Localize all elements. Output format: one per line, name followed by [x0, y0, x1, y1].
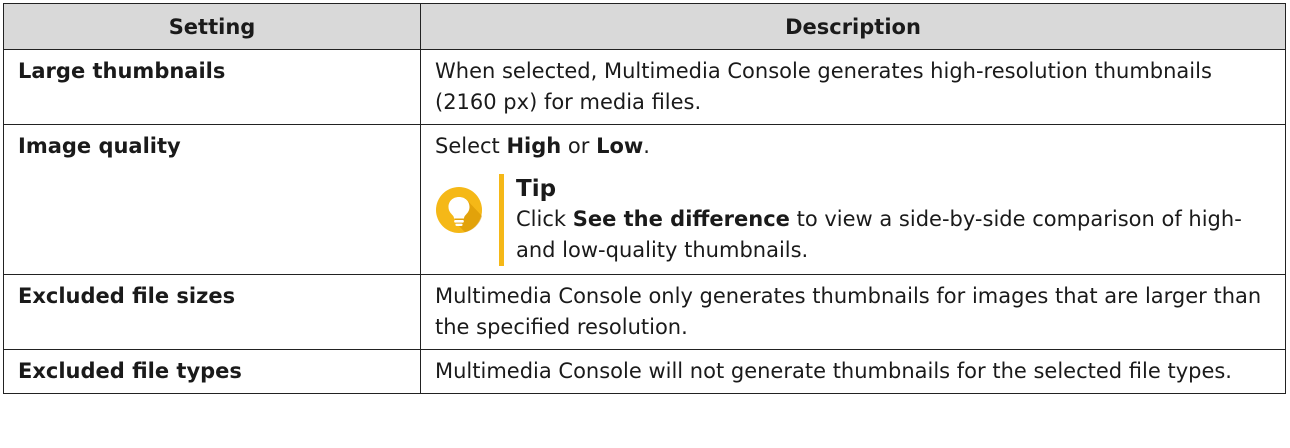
table-row: Large thumbnails When selected, Multimed…	[3, 49, 1286, 125]
setting-name: Excluded file sizes	[3, 274, 421, 350]
table-row: Image quality Select High or Low. Tip Cl…	[3, 124, 1286, 275]
lightbulb-icon	[435, 186, 483, 234]
tip-title: Tip	[516, 176, 557, 202]
table-row: Excluded file types Multimedia Console w…	[3, 349, 1286, 394]
setting-description: Multimedia Console will not generate thu…	[420, 349, 1286, 394]
setting-description: Select High or Low. Tip Click See the di…	[420, 124, 1286, 275]
table-row: Excluded file sizes Multimedia Console o…	[3, 274, 1286, 350]
tip-accent-bar	[499, 174, 504, 266]
tip-callout: Tip Click See the difference to view a s…	[435, 174, 1271, 266]
tip-text: Click See the difference to view a side-…	[516, 204, 1271, 266]
setting-description: When selected, Multimedia Console genera…	[420, 49, 1286, 125]
setting-name: Excluded file types	[3, 349, 421, 394]
header-setting: Setting	[3, 3, 421, 50]
option-low: Low	[596, 134, 644, 158]
description-prefix: Select	[435, 134, 507, 158]
setting-name: Image quality	[3, 124, 421, 275]
description-mid: or	[561, 134, 597, 158]
setting-description: Multimedia Console only generates thumbn…	[420, 274, 1286, 350]
description-suffix: .	[643, 134, 650, 158]
description-line: Select High or Low.	[435, 131, 1271, 162]
see-difference-label: See the difference	[572, 207, 790, 231]
settings-table: Setting Description Large thumbnails Whe…	[3, 3, 1286, 394]
option-high: High	[506, 134, 562, 158]
header-description: Description	[420, 3, 1286, 50]
setting-name: Large thumbnails	[3, 49, 421, 125]
tip-text-prefix: Click	[516, 207, 573, 231]
tip-content: Tip Click See the difference to view a s…	[516, 174, 1271, 266]
header-row: Setting Description	[3, 3, 1286, 50]
